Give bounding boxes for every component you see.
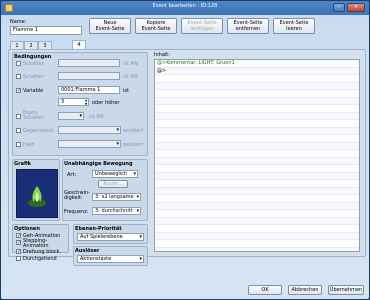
self-switch-label: Eigen- Schalter	[23, 110, 44, 121]
variable-checkbox[interactable]: ✓	[16, 88, 21, 94]
list-item	[155, 150, 359, 158]
list-item	[155, 112, 359, 120]
actor-select[interactable]: ▾	[58, 140, 121, 148]
title-bar: Event bearbeiten - ID:128 – ✕	[1, 1, 369, 15]
through-label: Durchgehend	[23, 256, 57, 262]
apply-button[interactable]: Übernehmen	[328, 285, 364, 295]
switch1-label: Schalter	[23, 61, 44, 67]
movement-title: Unabhängige Bewegung	[64, 161, 133, 167]
cancel-button[interactable]: Abbrechen	[288, 285, 322, 295]
command-line-1[interactable]: @>Kommentar: LIGHT: Gruen1	[155, 60, 359, 68]
list-item	[155, 105, 359, 113]
item-select[interactable]: ▾	[58, 126, 121, 134]
list-item	[155, 210, 359, 218]
ok-button[interactable]: OK	[248, 285, 282, 295]
movement-speed-select[interactable]: 3: x2 langsame ▾	[92, 193, 141, 201]
clear-page-button[interactable]: Event-Seite leeren	[273, 18, 315, 34]
switch2-suffix: ist AN	[123, 74, 138, 80]
actor-label: Held	[23, 142, 35, 148]
list-item	[155, 82, 359, 90]
priority-select[interactable]: Auf Spielerebene ▾	[77, 233, 144, 241]
list-item	[155, 195, 359, 203]
delete-page-button[interactable]: Event-Seite entfernen	[227, 18, 269, 34]
variable-label: Variable	[23, 88, 44, 94]
trigger-select[interactable]: Aktionstaste ▾	[77, 255, 144, 263]
self-switch-checkbox[interactable]	[16, 114, 21, 119]
list-item	[155, 180, 359, 188]
movement-speed-label: Geschwin- digkeit:	[64, 190, 90, 201]
step-anim-label: Stepping- Animation	[23, 238, 49, 249]
name-field[interactable]: Flamme 1	[10, 26, 82, 35]
self-switch-select[interactable]: ▾	[58, 112, 84, 120]
switch1-checkbox[interactable]	[16, 61, 21, 66]
new-page-button[interactable]: Neue Event-Seite	[89, 18, 131, 34]
variable-suffix: ist	[123, 88, 129, 94]
list-item	[155, 187, 359, 195]
switch2-label: Schalter	[23, 74, 44, 80]
list-item	[155, 75, 359, 83]
direction-fix-checkbox[interactable]: ✓	[16, 249, 21, 255]
conditions-title: Bedingungen	[14, 54, 52, 60]
list-item	[155, 217, 359, 225]
switch2-field[interactable]	[58, 72, 120, 80]
list-item	[155, 142, 359, 150]
list-item	[155, 97, 359, 105]
graphic-title: Grafik	[14, 161, 31, 167]
graphic-preview[interactable]	[16, 169, 58, 218]
minimize-button[interactable]: –	[333, 3, 345, 12]
event-editor-window: Event bearbeiten - ID:128 – ✕ Name: Flam…	[0, 0, 370, 300]
list-item	[155, 202, 359, 210]
spinner-arrows-icon[interactable]: ▲ ▼	[85, 98, 87, 106]
contents-label: Inhalt:	[154, 52, 170, 58]
move-route-button[interactable]: Route...	[98, 180, 128, 188]
close-button[interactable]: ✕	[347, 3, 365, 12]
list-item	[155, 225, 359, 233]
copy-page-button[interactable]: Kopiere Event-Seite	[135, 18, 177, 34]
movement-type-label: Art:	[67, 172, 77, 178]
movement-type-select[interactable]: Unbeweglich ▾	[92, 170, 138, 178]
trigger-title: Auslöser	[75, 248, 100, 254]
list-item	[155, 120, 359, 128]
variable-field[interactable]: 0001:Flamme 1	[58, 86, 120, 94]
command-line-2[interactable]: @>	[155, 67, 359, 75]
movement-frequency-label: Frequenz:	[64, 209, 89, 215]
priority-title: Ebenen-Priorität	[75, 226, 122, 232]
walk-anim-checkbox[interactable]: ✓	[16, 233, 21, 239]
paste-page-button[interactable]: Event-Seite einfügen	[181, 18, 223, 34]
list-item	[155, 172, 359, 180]
actor-checkbox[interactable]	[16, 142, 21, 147]
event-commands-list[interactable]: @>Kommentar: LIGHT: Gruen1 @>	[154, 59, 360, 252]
list-item	[155, 165, 359, 173]
list-item	[155, 240, 359, 248]
list-item	[155, 90, 359, 98]
list-item	[155, 127, 359, 135]
options-title: Optionen	[14, 226, 40, 232]
list-item	[155, 232, 359, 240]
actor-suffix: existiert	[123, 142, 144, 148]
switch1-field[interactable]	[58, 59, 120, 67]
list-item	[155, 135, 359, 143]
list-item	[155, 247, 359, 251]
variable-compare-label: oder höher	[92, 100, 120, 106]
item-label: Gegenstand	[23, 128, 54, 134]
switch2-checkbox[interactable]	[16, 74, 21, 79]
flame-sprite-icon	[28, 186, 46, 207]
through-checkbox[interactable]	[16, 256, 21, 261]
name-label: Name:	[10, 19, 27, 25]
movement-frequency-select[interactable]: 3: durchschnitt ▾	[92, 207, 141, 215]
item-suffix: existiert	[123, 128, 144, 134]
direction-fix-label: Drehung block.	[23, 249, 61, 255]
switch1-suffix: ist AN	[123, 61, 138, 67]
window-title: Event bearbeiten - ID:128	[152, 3, 218, 9]
self-switch-suffix: ist AN	[89, 114, 104, 120]
list-item	[155, 157, 359, 165]
step-anim-checkbox[interactable]: ✓	[16, 240, 21, 246]
item-checkbox[interactable]	[16, 128, 21, 133]
